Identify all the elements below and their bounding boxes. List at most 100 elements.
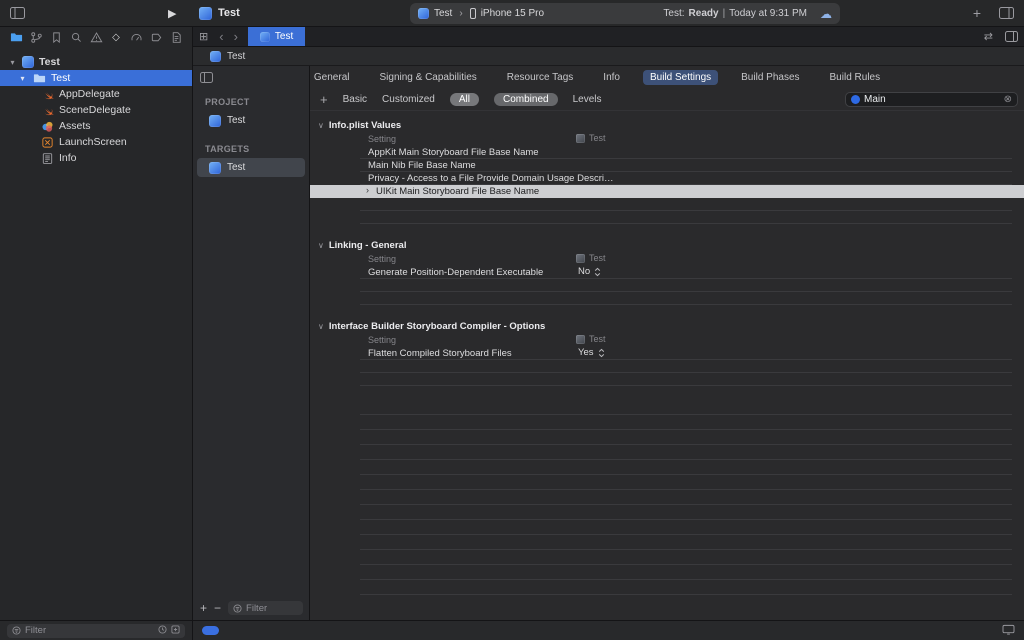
tree-item-group-test[interactable]: ▾ Test [0,70,192,86]
targets-section-header: TARGETS [205,144,250,154]
tree-item-appdelegate[interactable]: AppDelegate [0,86,192,102]
editor-tab-resource-tags[interactable]: Resource Tags [500,70,581,85]
bottom-bar [0,620,1024,640]
target-column-icon [576,133,585,143]
target-row-label: Test [227,162,246,173]
breakpoint-icon[interactable] [149,31,163,44]
source-control-filter-icon[interactable] [171,624,180,637]
sidebar-collapse-icon[interactable] [200,72,213,86]
column-target: Test [589,253,606,263]
disclosure-open-icon[interactable]: ▾ [18,74,27,83]
project-section-header: PROJECT [205,97,250,107]
editor-tab-general[interactable]: General [307,70,357,85]
editor-tab-info[interactable]: Info [596,70,627,85]
tree-item-launchscreen[interactable]: LaunchScreen [0,134,192,150]
project-row-label: Test [227,115,246,126]
editor-tab-signing-capabilities[interactable]: Signing & Capabilities [372,70,483,85]
issues-icon[interactable] [89,31,103,44]
project-row[interactable]: Test [197,111,305,130]
scope-all[interactable]: All [449,92,479,106]
tree-item-scenedelegate[interactable]: SceneDelegate [0,102,192,118]
project-navigator: ◇ ▾ Test ▾ Test AppDelegate SceneDelegate… [0,27,193,620]
section-header[interactable]: ∨ Interface Builder Storyboard Compiler -… [310,319,1024,334]
forward-icon[interactable]: › [229,27,243,46]
swap-editor-icon[interactable]: ⇄ [978,27,999,46]
navigator-filter-input[interactable] [25,625,154,636]
bookmark-icon[interactable] [49,31,63,44]
tree-item-info[interactable]: Info [0,150,192,166]
setting-value-popup[interactable]: No [578,266,601,277]
scheme-status-bar[interactable]: Test › iPhone 15 Pro Test: Ready | Today… [410,3,840,24]
section-title: Interface Builder Storyboard Compiler - … [328,321,546,332]
section-collapse-icon[interactable]: ∨ [318,322,324,331]
empty-row [310,550,1024,565]
toolbar: ▶ Test Test › iPhone 15 Pro Test: Ready … [0,0,1024,27]
clear-search-icon[interactable]: ⊗ [1004,94,1012,105]
remove-target-button[interactable]: − [214,601,221,615]
navigator-toggle-icon[interactable] [10,7,25,19]
editor-tab-build-phases[interactable]: Build Phases [734,70,806,85]
editor-layout-icon[interactable] [999,7,1014,19]
setting-value-popup[interactable]: Yes [578,347,605,358]
setting-row-flatten-compiled-storyboard-files[interactable]: Flatten Compiled Storyboard Files Yes [310,347,1024,360]
section-header[interactable]: ∨ Info.plist Values [310,118,1024,133]
scope-customized[interactable]: Customized [382,94,435,105]
tab-test[interactable]: Test [247,27,306,46]
run-destination[interactable]: iPhone 15 Pro [481,8,544,19]
source-control-icon[interactable] [29,31,43,44]
display-icon[interactable] [1002,624,1015,638]
tests-icon[interactable]: ◇ [109,32,123,43]
scope-levels[interactable]: Levels [573,94,602,105]
target-row[interactable]: Test [197,158,305,177]
setting-name: Generate Position-Dependent Executable [368,267,544,278]
folder-icon [32,71,46,85]
scope-combined[interactable]: Combined [493,92,558,106]
tab-overview-icon[interactable]: ⊞ [193,27,214,46]
settings-search-input[interactable] [864,94,1000,105]
disclosure-open-icon[interactable]: ▾ [8,58,17,67]
editor-tab-build-settings[interactable]: Build Settings [642,69,719,85]
scheme-name[interactable]: Test [434,8,452,19]
search-icon[interactable] [69,31,83,44]
section-collapse-icon[interactable]: ∨ [318,121,324,130]
tab-label: Test [274,31,294,42]
tree-file-label: AppDelegate [59,88,120,100]
setting-row-generate-position-dependent-executable[interactable]: Generate Position-Dependent Executable No [310,266,1024,279]
tree-file-label: LaunchScreen [59,136,127,148]
setting-row-uikit-main-storyboard-file-base-name[interactable]: › UIKit Main Storyboard File Base Name [310,185,1024,198]
setting-row-main-nib-file-base-name[interactable]: Main Nib File Base Name [310,159,1024,172]
tree-group-label: Test [51,72,71,84]
project-navigator-icon[interactable] [9,31,23,44]
breadcrumb[interactable]: Test [227,51,245,62]
settings-search-field[interactable]: ⊗ [845,92,1018,107]
targets-filter-input[interactable] [246,602,298,614]
add-target-button[interactable]: + [200,601,207,615]
tree-item-project-root[interactable]: ▾ Test [0,54,192,70]
activity-status[interactable]: Test: Ready | Today at 9:31 PM [663,8,807,19]
back-icon[interactable]: ‹ [214,27,228,46]
recents-filter-icon[interactable] [158,624,167,637]
add-setting-icon[interactable]: + [320,92,328,107]
swift-file-icon [40,87,54,101]
editor-indicator-capsule-icon[interactable] [202,626,219,635]
tree-item-assets[interactable]: Assets [0,118,192,134]
reports-icon[interactable] [169,31,183,44]
split-editor-icon[interactable] [999,27,1024,46]
project-icon [209,114,221,127]
setting-row-privacy-access-to-a-file-provide-domain-[interactable]: Privacy - Access to a File Provide Domai… [310,172,1024,185]
empty-row [310,292,1024,305]
editor-tab-build-rules[interactable]: Build Rules [823,70,888,85]
scheme-chevron-icon: › [459,8,463,19]
scope-basic[interactable]: Basic [343,94,367,105]
section-collapse-icon[interactable]: ∨ [318,241,324,250]
library-add-icon[interactable]: + [973,5,981,21]
section-header[interactable]: ∨ Linking - General [310,238,1024,253]
settings-section-linking-general: ∨ Linking - General Setting Test Generate Po… [310,238,1024,305]
run-button[interactable]: ▶ [168,7,176,20]
disclosure-icon[interactable]: › [366,185,369,195]
setting-row-appkit-main-storyboard-file-base-name[interactable]: AppKit Main Storyboard File Base Name [310,146,1024,159]
targets-filter-field[interactable] [228,601,303,615]
asset-catalog-icon [40,119,54,133]
gauge-icon[interactable] [129,31,143,44]
navigator-filter-field[interactable] [7,623,185,638]
